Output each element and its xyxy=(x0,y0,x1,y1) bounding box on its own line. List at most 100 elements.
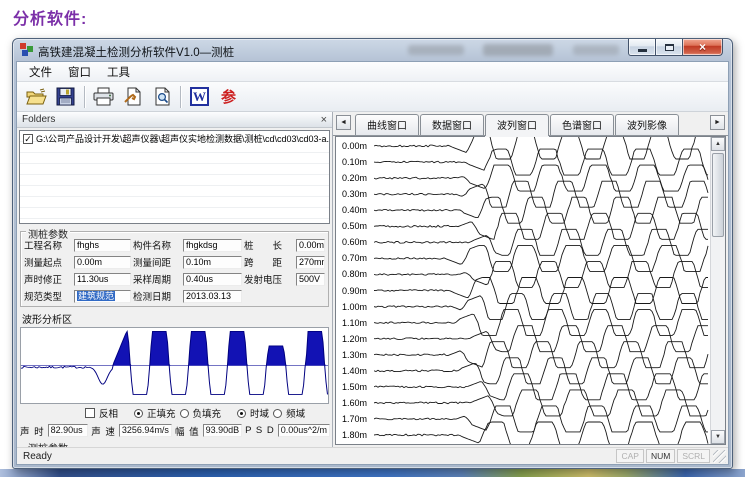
field-amplitude[interactable]: 93.90dB xyxy=(203,424,243,437)
field-sampling-period[interactable]: 0.40us xyxy=(183,273,242,286)
tab-curve-window[interactable]: 曲线窗口 xyxy=(355,114,419,135)
field-sound-time-correction[interactable]: 11.30us xyxy=(74,273,131,286)
waveform-analysis-plot[interactable] xyxy=(20,327,329,404)
word-icon: W xyxy=(190,87,209,106)
folder-path: G:\公司产品设计开发\超声仪器\超声仪实地检测数据\测桩\cd\cd03\cd… xyxy=(36,132,329,145)
save-button[interactable] xyxy=(51,84,80,110)
page-title: 分析软件: xyxy=(13,5,87,29)
field-component-name-label: 构件名称 xyxy=(133,238,181,252)
waveform-trace xyxy=(374,181,708,207)
waveform-trace xyxy=(374,342,708,368)
field-pile-length-label: 桩 长 xyxy=(244,238,294,252)
waveform-trace xyxy=(374,310,708,336)
pile-params-group: 测桩参数 工程名称fhghs构件名称fhgkdsg桩 长0.00m测量起点0.0… xyxy=(20,231,329,307)
field-span[interactable]: 270mm xyxy=(296,256,325,269)
radio-positive-fill[interactable] xyxy=(134,409,143,418)
scrollbar-thumb[interactable] xyxy=(712,153,724,237)
menu-tools[interactable]: 工具 xyxy=(99,62,138,82)
maximize-button[interactable] xyxy=(656,39,683,56)
field-component-name[interactable]: fhgkdsg xyxy=(183,239,242,252)
waveform-trace xyxy=(374,197,708,223)
folders-list[interactable]: ✓ G:\公司产品设计开发\超声仪器\超声仪实地检测数据\测桩\cd\cd03\… xyxy=(19,130,330,224)
folder-checkbox[interactable]: ✓ xyxy=(23,134,33,144)
folders-pane: Folders × ✓ G:\公司产品设计开发\超声仪器\超声仪实地检测数据\测… xyxy=(17,112,333,447)
field-pile-length[interactable]: 0.00m xyxy=(296,239,325,252)
field-psd-label: P S D xyxy=(245,425,275,436)
menu-window[interactable]: 窗口 xyxy=(60,62,99,82)
field-sound-time[interactable]: 82.90us xyxy=(48,424,89,437)
depth-label: 0.60m xyxy=(342,237,367,247)
radio-negative-fill-label: 负填充 xyxy=(193,406,222,420)
page-setup-button[interactable] xyxy=(118,84,147,110)
wave-train-plot[interactable]: 0.00m0.10m0.20m0.30m0.40m0.50m0.60m0.70m… xyxy=(335,136,726,445)
status-indicator-scrl: SCRL xyxy=(677,449,710,463)
waveform-trace xyxy=(374,422,708,444)
field-sound-time-label: 声 时 xyxy=(20,424,45,438)
field-measure-start[interactable]: 0.00m xyxy=(74,256,131,269)
clipped-group-label: 测桩参数 xyxy=(28,440,68,447)
minimize-button[interactable] xyxy=(628,39,656,56)
field-standard-type[interactable]: 建筑规范 xyxy=(74,290,131,303)
blurred-desktop-artifact xyxy=(483,44,553,56)
radio-negative-fill[interactable] xyxy=(180,409,189,418)
wave-train-pane: ◄ 曲线窗口数据窗口波列窗口色谱窗口波列影像► 0.00m0.10m0.20m0… xyxy=(333,112,728,447)
waveform-trace xyxy=(374,137,708,159)
print-preview-button[interactable] xyxy=(147,84,176,110)
toolbar-separator xyxy=(180,86,181,108)
radio-frequency-domain[interactable] xyxy=(273,409,282,418)
readouts-row: 声 时82.90us声 速3256.94m/s幅 值93.90dBP S D0.… xyxy=(17,420,332,438)
radio-time-domain[interactable] xyxy=(237,409,246,418)
waveform-trace xyxy=(374,358,708,384)
tab-wave-train-window[interactable]: 波列窗口 xyxy=(485,114,549,136)
invert-checkbox[interactable] xyxy=(85,408,95,418)
close-button[interactable]: × xyxy=(683,39,723,56)
depth-label: 1.10m xyxy=(342,318,367,328)
tab-scroll-right-button[interactable]: ► xyxy=(710,115,725,130)
field-test-date[interactable]: 2013.03.13 xyxy=(183,290,242,303)
field-measure-interval[interactable]: 0.10m xyxy=(183,256,242,269)
word-report-button[interactable]: W xyxy=(185,84,214,110)
folders-pane-header[interactable]: Folders × xyxy=(17,112,332,128)
menu-bar: 文件窗口工具 xyxy=(17,62,728,82)
depth-label: 1.60m xyxy=(342,398,367,408)
tab-wave-train-image[interactable]: 波列影像 xyxy=(615,114,679,135)
menu-file[interactable]: 文件 xyxy=(21,62,60,82)
minimize-icon xyxy=(638,49,647,52)
folder-list-item[interactable]: ✓ G:\公司产品设计开发\超声仪器\超声仪实地检测数据\测桩\cd\cd03\… xyxy=(20,131,329,145)
tab-scroll-left-button[interactable]: ◄ xyxy=(336,115,351,130)
print-button[interactable] xyxy=(89,84,118,110)
vertical-scrollbar[interactable]: ▲ ▼ xyxy=(710,137,725,444)
clipped-group-box: 测桩参数 xyxy=(20,440,329,447)
open-file-button[interactable] xyxy=(22,84,51,110)
close-icon: × xyxy=(699,42,706,52)
client-area: 文件窗口工具 xyxy=(16,61,729,465)
waveform-trace xyxy=(374,374,708,400)
page-tool-icon xyxy=(123,87,143,106)
depth-label: 1.40m xyxy=(342,366,367,376)
field-transmit-voltage-label: 发射电压 xyxy=(244,272,294,286)
tab-spectrum-window[interactable]: 色谱窗口 xyxy=(550,114,614,135)
blurred-desktop-artifact xyxy=(408,45,464,55)
wave-train-traces xyxy=(374,137,709,444)
field-psd[interactable]: 0.00us^2/m xyxy=(278,424,330,437)
tab-data-window[interactable]: 数据窗口 xyxy=(420,114,484,135)
depth-label: 0.90m xyxy=(342,286,367,296)
field-transmit-voltage[interactable]: 500V xyxy=(296,273,325,286)
waveform-trace xyxy=(374,294,708,320)
field-sound-velocity[interactable]: 3256.94m/s xyxy=(119,424,172,437)
waveform-trace xyxy=(374,406,708,432)
depth-label: 0.40m xyxy=(342,205,367,215)
field-project-name[interactable]: fhghs xyxy=(74,239,131,252)
depth-label: 0.30m xyxy=(342,189,367,199)
scroll-up-icon[interactable]: ▲ xyxy=(711,137,725,151)
status-indicator-num: NUM xyxy=(646,449,675,463)
depth-label: 1.30m xyxy=(342,350,367,360)
parameters-button[interactable]: 参 xyxy=(214,84,243,110)
scroll-down-icon[interactable]: ▼ xyxy=(711,430,725,444)
folders-pane-title: Folders xyxy=(22,114,55,125)
title-bar[interactable]: 高铁建混凝土检测分析软件V1.0—测桩 × xyxy=(13,39,732,61)
folders-close-icon[interactable]: × xyxy=(321,115,327,125)
resize-grip[interactable] xyxy=(713,450,726,463)
analysis-waveform xyxy=(21,328,328,403)
depth-label: 1.20m xyxy=(342,334,367,344)
